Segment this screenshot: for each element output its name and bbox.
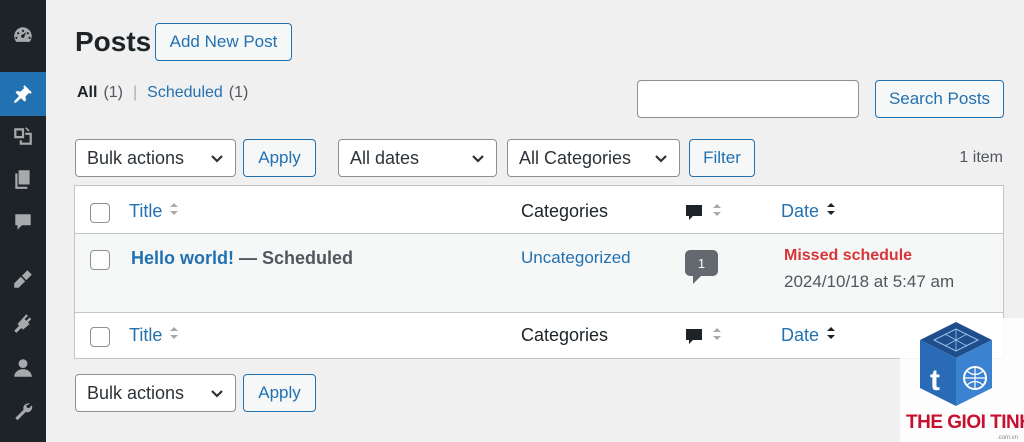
column-date-footer[interactable]: Date <box>781 325 837 346</box>
column-comments-footer[interactable] <box>685 326 723 347</box>
sort-desc-icon <box>825 201 837 222</box>
admin-sidebar <box>0 0 46 442</box>
view-scheduled[interactable]: Scheduled <box>147 84 223 102</box>
column-date-label: Date <box>781 325 820 345</box>
sidebar-item-posts[interactable] <box>0 72 46 116</box>
add-new-post-button[interactable]: Add New Post <box>155 23 292 61</box>
comment-bubble-icon <box>686 328 702 344</box>
sort-icon <box>711 202 723 223</box>
view-all-count: (1) <box>103 84 124 101</box>
post-status-views: All (1) | Scheduled (1) <box>77 84 248 102</box>
sidebar-item-comments[interactable] <box>0 202 46 242</box>
table-footer: Title Categories Date <box>75 312 1003 358</box>
column-categories-header: Categories <box>521 201 609 221</box>
sidebar-item-appearance[interactable] <box>0 259 46 299</box>
svg-text:t: t <box>930 364 940 397</box>
watermark-logo: t THE GIOI TINHOC .com.vn <box>900 318 1024 442</box>
column-comments-header[interactable] <box>685 202 723 223</box>
categories-select[interactable]: All Categories <box>507 139 680 177</box>
apply-button[interactable]: Apply <box>243 139 316 177</box>
posts-table: Title Categories Date Hello world! — Sch… <box>74 185 1004 359</box>
chevron-down-icon <box>209 150 225 166</box>
page-title: Posts <box>75 26 152 57</box>
table-header: Title Categories Date <box>75 186 1003 234</box>
comment-count-badge[interactable]: 1 <box>685 250 718 284</box>
view-scheduled-count: (1) <box>228 84 249 101</box>
comment-bubble-icon <box>686 204 702 220</box>
views-separator: | <box>133 84 138 101</box>
column-title-header[interactable]: Title <box>129 201 180 222</box>
sidebar-item-dashboard[interactable] <box>0 15 46 55</box>
logo-cube-icon: t <box>920 322 992 406</box>
bulk-actions-value: Bulk actions <box>87 382 185 403</box>
column-title-footer[interactable]: Title <box>129 325 180 346</box>
dates-value: All dates <box>350 147 420 168</box>
sort-desc-icon <box>825 325 837 346</box>
bulk-actions-select[interactable]: Bulk actions <box>75 139 236 177</box>
pages-icon <box>15 170 30 189</box>
filter-button[interactable]: Filter <box>689 139 755 177</box>
sort-icon <box>168 325 180 346</box>
appearance-icon <box>14 270 32 288</box>
select-all-checkbox[interactable] <box>90 203 110 223</box>
bulk-actions-select-bottom[interactable]: Bulk actions <box>75 374 236 412</box>
media-icon <box>14 127 32 145</box>
watermark-brand: THE GIOI TINHOC <box>906 412 1024 433</box>
sidebar-item-plugins[interactable] <box>0 303 46 343</box>
dates-select[interactable]: All dates <box>338 139 497 177</box>
search-input[interactable] <box>637 80 859 118</box>
sort-icon <box>711 326 723 347</box>
column-title-label: Title <box>129 325 163 345</box>
sidebar-item-pages[interactable] <box>0 159 46 199</box>
dashboard-icon <box>14 27 32 42</box>
categories-value: All Categories <box>519 147 632 168</box>
row-checkbox[interactable] <box>90 250 110 270</box>
tools-icon <box>15 403 33 421</box>
sort-icon <box>168 201 180 222</box>
plugins-icon <box>14 314 32 333</box>
column-categories-footer: Categories <box>521 325 609 345</box>
comments-icon <box>15 214 31 230</box>
pin-icon <box>14 85 32 103</box>
table-row: Hello world! — Scheduled Uncategorized 1… <box>75 234 1003 312</box>
bulk-actions-value: Bulk actions <box>87 147 185 168</box>
items-count: 1 item <box>959 149 1003 166</box>
post-state: — Scheduled <box>234 248 354 268</box>
sidebar-item-users[interactable] <box>0 348 46 388</box>
view-all[interactable]: All <box>77 84 97 102</box>
column-title-label: Title <box>129 201 163 221</box>
watermark-domain: .com.vn <box>996 435 1018 441</box>
sidebar-item-tools[interactable] <box>0 392 46 432</box>
post-title-cell: Hello world! — Scheduled <box>131 248 353 269</box>
missed-schedule-status: Missed schedule <box>784 247 913 264</box>
apply-button-bottom[interactable]: Apply <box>243 374 316 412</box>
column-date-header[interactable]: Date <box>781 201 837 222</box>
chevron-down-icon <box>209 385 225 401</box>
post-date: 2024/10/18 at 5:47 am <box>784 272 955 291</box>
post-title-link[interactable]: Hello world! <box>131 248 234 268</box>
search-posts-button[interactable]: Search Posts <box>875 80 1004 118</box>
sidebar-item-media[interactable] <box>0 116 46 156</box>
select-all-checkbox-footer[interactable] <box>90 327 110 347</box>
column-date-label: Date <box>781 201 820 221</box>
post-category-link[interactable]: Uncategorized <box>521 248 631 268</box>
chevron-down-icon <box>470 150 486 166</box>
users-icon <box>14 359 32 377</box>
chevron-down-icon <box>653 150 669 166</box>
